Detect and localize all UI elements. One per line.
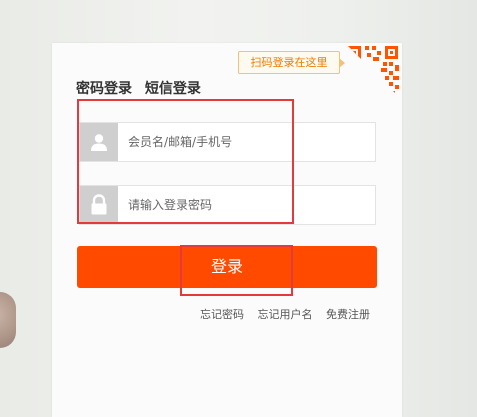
help-links: 忘记密码 忘记用户名 免费注册 bbox=[200, 306, 370, 322]
username-input[interactable] bbox=[118, 123, 373, 161]
background-decoration bbox=[0, 292, 16, 348]
forgot-username-link[interactable]: 忘记用户名 bbox=[258, 308, 313, 321]
qr-code-toggle-icon[interactable] bbox=[345, 43, 402, 100]
forgot-password-link[interactable]: 忘记密码 bbox=[200, 308, 244, 321]
login-tabs: 密码登录 短信登录 bbox=[76, 78, 209, 98]
tab-sms-login[interactable]: 短信登录 bbox=[145, 78, 201, 98]
register-link[interactable]: 免费注册 bbox=[326, 308, 370, 321]
user-icon bbox=[80, 123, 118, 161]
lock-icon bbox=[80, 186, 118, 224]
qr-login-hint: 扫码登录在这里 bbox=[238, 51, 345, 74]
tab-password-login[interactable]: 密码登录 bbox=[76, 78, 132, 98]
password-input[interactable] bbox=[118, 186, 373, 224]
password-field bbox=[79, 185, 376, 225]
username-field bbox=[79, 122, 376, 162]
login-button[interactable]: 登录 bbox=[77, 246, 377, 288]
